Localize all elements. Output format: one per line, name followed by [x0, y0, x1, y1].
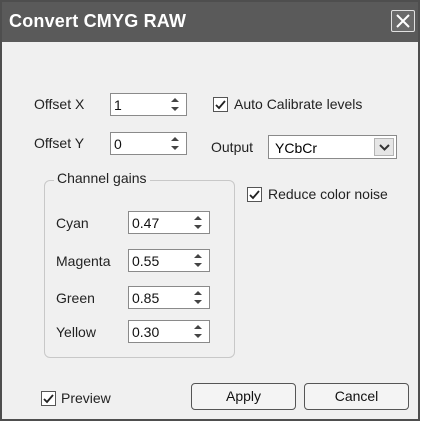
output-select[interactable]: YCbCr — [268, 135, 397, 159]
yellow-stepper[interactable]: 0.30 — [128, 320, 210, 343]
green-label: Green — [56, 290, 95, 306]
preview-checkbox[interactable] — [41, 391, 56, 406]
convert-dialog: Convert CMYG RAW Offset X 1 Offset Y 0 A… — [0, 0, 420, 421]
offset-y-value[interactable]: 0 — [114, 136, 122, 152]
offset-x-label: Offset X — [34, 96, 85, 112]
green-stepper[interactable]: 0.85 — [128, 286, 210, 309]
dialog-title: Convert CMYG RAW — [9, 11, 187, 31]
offset-y-spin[interactable] — [166, 133, 184, 154]
reduce-noise-checkbox[interactable] — [247, 187, 262, 202]
title-bar: Convert CMYG RAW — [2, 2, 418, 42]
checkmark-icon — [43, 394, 54, 404]
checkmark-icon — [249, 190, 260, 200]
auto-calibrate-label: Auto Calibrate levels — [234, 96, 363, 112]
cyan-spin[interactable] — [189, 212, 207, 233]
auto-calibrate-checkbox[interactable] — [213, 97, 228, 112]
yellow-spin[interactable] — [189, 321, 207, 342]
cyan-stepper[interactable]: 0.47 — [128, 211, 210, 234]
preview-label: Preview — [61, 390, 111, 406]
spin-arrows-icon — [194, 254, 202, 267]
channel-gains-title: Channel gains — [54, 170, 150, 186]
cyan-label: Cyan — [56, 215, 89, 231]
spin-arrows-icon — [194, 325, 202, 338]
spin-arrows-icon — [194, 291, 202, 304]
offset-y-label: Offset Y — [34, 135, 85, 151]
spin-arrows-icon — [194, 216, 202, 229]
yellow-label: Yellow — [56, 324, 96, 340]
output-selected-value: YCbCr — [275, 140, 318, 156]
magenta-value[interactable]: 0.55 — [132, 253, 159, 269]
cancel-button[interactable]: Cancel — [304, 383, 409, 410]
magenta-spin[interactable] — [189, 250, 207, 271]
yellow-value[interactable]: 0.30 — [132, 324, 159, 340]
spin-arrows-icon — [171, 98, 179, 111]
spin-arrows-icon — [171, 137, 179, 150]
output-label: Output — [211, 139, 254, 155]
close-button[interactable] — [391, 10, 415, 32]
green-spin[interactable] — [189, 287, 207, 308]
offset-x-stepper[interactable]: 1 — [110, 93, 187, 116]
magenta-stepper[interactable]: 0.55 — [128, 249, 210, 272]
offset-y-stepper[interactable]: 0 — [110, 132, 187, 155]
magenta-label: Magenta — [56, 253, 111, 269]
checkmark-icon — [215, 100, 226, 110]
green-value[interactable]: 0.85 — [132, 290, 159, 306]
chevron-down-icon — [379, 144, 390, 151]
offset-x-value[interactable]: 1 — [114, 97, 122, 113]
cyan-value[interactable]: 0.47 — [132, 215, 159, 231]
offset-x-spin[interactable] — [166, 94, 184, 115]
close-icon — [396, 14, 410, 28]
reduce-noise-label: Reduce color noise — [268, 186, 388, 202]
apply-button[interactable]: Apply — [191, 383, 296, 410]
output-dropdown-button[interactable] — [374, 138, 394, 156]
